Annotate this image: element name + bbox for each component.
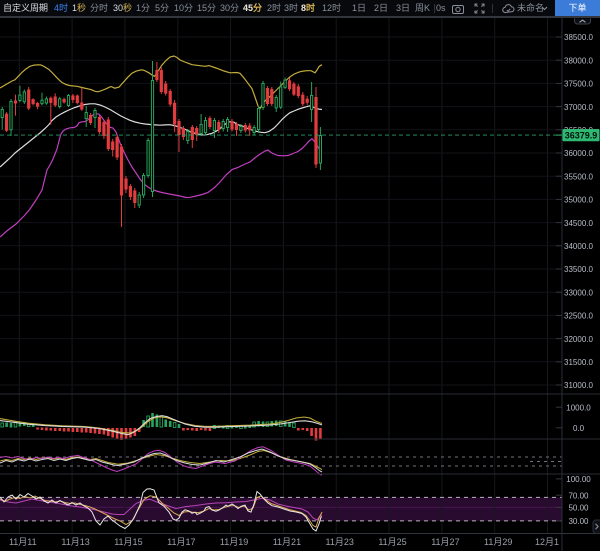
svg-text:38500.0: 38500.0 [564,33,593,42]
svg-text:31500.0: 31500.0 [564,358,593,367]
svg-text:70.00: 70.00 [568,491,589,500]
svg-text:11月13: 11月13 [61,537,89,547]
svg-text:35500.0: 35500.0 [564,172,593,181]
svg-text:12月1: 12月1 [535,537,559,547]
svg-text:1000.0: 1000.0 [566,403,591,412]
svg-text:30.00: 30.00 [568,517,589,526]
svg-text:11月23: 11月23 [326,537,354,547]
svg-text:38000.0: 38000.0 [564,56,593,65]
svg-text:50.00: 50.00 [568,504,589,513]
svg-text:34000.0: 34000.0 [564,242,593,251]
svg-text:11月17: 11月17 [167,537,195,547]
svg-text:100.00: 100.00 [566,475,591,484]
svg-text:37000.0: 37000.0 [564,103,593,112]
svg-text:33500.0: 33500.0 [564,265,593,274]
svg-text:11月25: 11月25 [378,537,406,547]
svg-text:35000.0: 35000.0 [564,196,593,205]
svg-text:32500.0: 32500.0 [564,312,593,321]
svg-text:31000.0: 31000.0 [564,381,593,390]
svg-text:11月19: 11月19 [220,537,248,547]
svg-text:11月11: 11月11 [9,537,37,547]
svg-text:36000.0: 36000.0 [564,149,593,158]
svg-text:36379.9: 36379.9 [565,130,598,140]
svg-text:11月27: 11月27 [431,537,459,547]
svg-text:0.0: 0.0 [573,424,585,433]
svg-text:11月21: 11月21 [273,537,301,547]
svg-text:34500.0: 34500.0 [564,219,593,228]
svg-text:37500.0: 37500.0 [564,80,593,89]
svg-text:11月15: 11月15 [114,537,142,547]
svg-text:32000.0: 32000.0 [564,335,593,344]
svg-text:11月29: 11月29 [484,537,512,547]
svg-text:33000.0: 33000.0 [564,288,593,297]
